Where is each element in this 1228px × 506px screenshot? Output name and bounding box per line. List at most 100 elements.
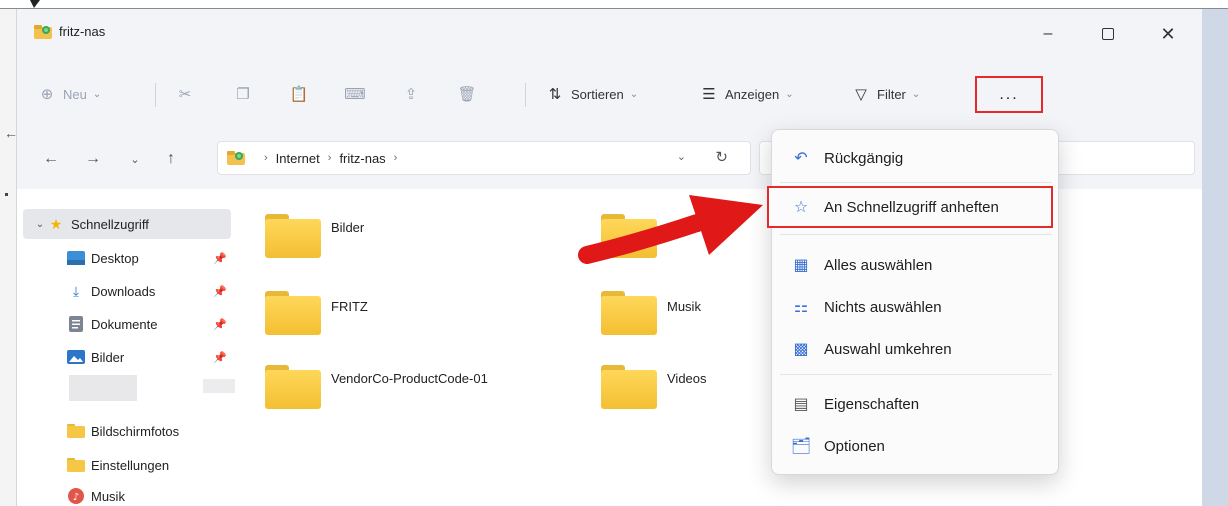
folder-name[interactable]: VendorCo-ProductCode-01 xyxy=(331,371,488,386)
options-icon: 🗂 xyxy=(790,438,812,455)
copy-icon: ❐ xyxy=(236,86,250,103)
sort-button[interactable]: ⇅ Sortieren ⌄ xyxy=(545,81,638,107)
new-button[interactable]: ⊕ Neu ⌄ xyxy=(37,81,102,107)
menu-item-label: Eigenschaften xyxy=(824,395,920,413)
address-dropdown-icon[interactable]: ⌄ xyxy=(677,150,686,163)
chevron-down-icon: ⌄ xyxy=(35,218,45,230)
sidebar-item-music[interactable]: ♪ Musik xyxy=(17,481,239,506)
folder-name[interactable]: FRITZ xyxy=(331,299,368,314)
blurred-item xyxy=(203,379,235,393)
recent-locations-button[interactable]: ⌄ xyxy=(121,145,149,173)
breadcrumb-internet[interactable]: Internet xyxy=(276,151,320,166)
menu-item-label: Nichts auswählen xyxy=(824,298,942,316)
sidebar-item-pictures[interactable]: Bilder 📌 xyxy=(17,342,239,372)
star-icon: ★ xyxy=(49,215,63,232)
folder-icon xyxy=(67,423,85,439)
star-icon: ☆ xyxy=(793,199,809,216)
folder-icon[interactable] xyxy=(601,365,657,409)
menu-item-options[interactable]: 🗂 Optionen xyxy=(772,426,1060,466)
copy-button[interactable]: ❐ xyxy=(233,81,259,107)
menu-item-properties[interactable]: ▤ Eigenschaften xyxy=(772,384,1060,424)
maximize-icon xyxy=(1102,28,1114,40)
folder-name[interactable]: Videos xyxy=(667,371,707,386)
pin-icon[interactable]: 📌 xyxy=(213,285,227,298)
chevron-down-icon: ⌄ xyxy=(911,88,921,100)
menu-item-label: Rückgängig xyxy=(824,149,904,167)
sidebar-item-label: Schnellzugriff xyxy=(71,216,149,232)
undo-icon: ↶ xyxy=(794,150,808,167)
clipboard-icon: 📋 xyxy=(289,86,309,103)
chevron-down-icon: ⌄ xyxy=(629,88,639,100)
menu-item-undo[interactable]: ↶ Rückgängig xyxy=(772,138,1060,178)
minimize-button[interactable]: – xyxy=(1025,19,1071,49)
music-icon: ♪ xyxy=(67,488,85,504)
toolbar-divider xyxy=(525,83,526,107)
sidebar-item-documents[interactable]: Dokumente 📌 xyxy=(17,309,239,339)
up-button[interactable]: ↑ xyxy=(157,145,185,173)
maximize-button[interactable] xyxy=(1085,19,1131,49)
view-button[interactable]: ☰ Anzeigen ⌄ xyxy=(699,81,794,107)
trash-icon: 🗑 xyxy=(457,86,477,103)
menu-item-select-none[interactable]: ⚏ Nichts auswählen xyxy=(772,287,1060,327)
select-none-icon: ⚏ xyxy=(793,299,809,316)
sidebar-item-settings[interactable]: Einstellungen xyxy=(17,450,239,480)
menu-item-pin-to-quick-access[interactable]: ☆ An Schnellzugriff anheften xyxy=(767,186,1053,228)
menu-divider xyxy=(780,374,1052,375)
more-options-button[interactable]: ... xyxy=(975,76,1043,113)
breadcrumb-separator-icon: › xyxy=(393,152,398,164)
dot-marker xyxy=(5,193,8,196)
sidebar-item-label: Bildschirmfotos xyxy=(91,423,180,439)
breadcrumb-fritz-nas[interactable]: fritz-nas xyxy=(339,151,385,166)
pin-icon[interactable]: 📌 xyxy=(213,318,227,331)
paste-button[interactable]: 📋 xyxy=(289,81,315,107)
folder-icon[interactable] xyxy=(265,291,321,335)
chevron-down-icon: ⌄ xyxy=(92,88,102,100)
sidebar-item-label: Dokumente xyxy=(91,316,158,332)
pin-icon[interactable]: 📌 xyxy=(213,351,227,364)
plus-circle-icon: ⊕ xyxy=(40,86,54,103)
sidebar-item-quick-access[interactable]: ⌄ ★ Schnellzugriff xyxy=(23,209,231,239)
file-explorer-window: fritz-nas – ✕ ⊕ Neu ⌄ ✂ ❐ 📋 ⌨ ⇪ 🗑 ⇅ Sort… xyxy=(16,9,1202,506)
command-bar: ⊕ Neu ⌄ ✂ ❐ 📋 ⌨ ⇪ 🗑 ⇅ Sortieren ⌄ ☰ Anze… xyxy=(17,55,1202,127)
menu-item-label: Auswahl umkehren xyxy=(824,340,952,358)
more-label: ... xyxy=(999,85,1019,103)
cursor-fragment xyxy=(30,0,40,8)
sidebar-item-label: Bilder xyxy=(91,349,125,365)
address-bar[interactable]: › Internet › fritz-nas › ⌄ ↻ xyxy=(217,141,751,175)
properties-icon: ▤ xyxy=(793,396,809,413)
menu-item-label: Alles auswählen xyxy=(824,256,933,274)
view-label: Anzeigen xyxy=(725,86,780,102)
window-title: fritz-nas xyxy=(59,24,106,39)
network-drive-icon xyxy=(34,25,52,39)
menu-item-select-all[interactable]: ▦ Alles auswählen xyxy=(772,245,1060,285)
desktop-background-right xyxy=(1202,9,1228,506)
folder-name[interactable]: Bilder xyxy=(331,220,364,235)
sidebar-item-screenshots[interactable]: Bildschirmfotos xyxy=(17,416,239,446)
title-bar: fritz-nas – ✕ xyxy=(17,9,1202,55)
menu-item-invert-selection[interactable]: ▩ Auswahl umkehren xyxy=(772,329,1060,369)
filter-button[interactable]: ▽ Filter ⌄ xyxy=(851,81,920,107)
forward-button[interactable]: → xyxy=(79,145,107,173)
delete-button[interactable]: 🗑 xyxy=(457,81,483,107)
sidebar-item-desktop[interactable]: Desktop 📌 xyxy=(17,243,239,273)
refresh-icon[interactable]: ↻ xyxy=(715,148,728,166)
pin-icon[interactable]: 📌 xyxy=(213,252,227,265)
share-button[interactable]: ⇪ xyxy=(401,81,427,107)
close-button[interactable]: ✕ xyxy=(1145,19,1191,49)
breadcrumb-separator-icon: › xyxy=(264,152,268,164)
menu-divider xyxy=(780,182,1052,183)
folder-icon[interactable] xyxy=(265,214,321,258)
cut-button[interactable]: ✂ xyxy=(175,81,201,107)
rename-button[interactable]: ⌨ xyxy=(344,81,371,107)
folder-icon xyxy=(67,457,85,473)
navigation-pane: ⌄ ★ Schnellzugriff Desktop 📌 ⤓ Downloads… xyxy=(17,199,239,506)
back-button[interactable]: ← xyxy=(37,145,65,173)
sort-arrows-icon: ⇅ xyxy=(548,86,562,103)
invert-selection-icon: ▩ xyxy=(793,341,809,358)
chevron-down-icon: ⌄ xyxy=(785,88,794,100)
folder-icon[interactable] xyxy=(601,291,657,335)
sidebar-item-downloads[interactable]: ⤓ Downloads 📌 xyxy=(17,276,239,306)
pictures-icon xyxy=(67,349,85,365)
folder-name[interactable]: Musik xyxy=(667,299,701,314)
folder-icon[interactable] xyxy=(265,365,321,409)
